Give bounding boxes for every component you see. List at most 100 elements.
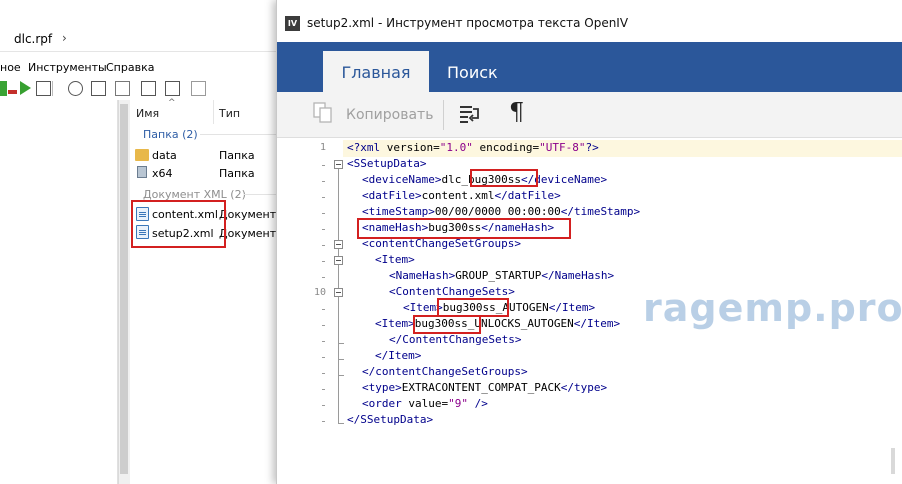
fold-toggle-icon[interactable]	[334, 240, 343, 249]
tab-home[interactable]: Главная	[323, 51, 429, 92]
line-marker	[322, 165, 325, 166]
highlight-box-unlocks	[413, 315, 481, 334]
line-number: 10	[313, 287, 326, 298]
copy-icon[interactable]	[313, 102, 333, 124]
line-marker	[322, 229, 325, 230]
menu-bar: ное Инструменты Справка	[0, 58, 280, 78]
text-value: GROUP_STARTUP	[455, 269, 542, 282]
line-marker	[322, 181, 325, 182]
back-icon[interactable]	[0, 81, 7, 96]
code-line: <NameHash>GROUP_STARTUP</NameHash>	[389, 269, 614, 282]
line-marker	[322, 325, 325, 326]
code-line: <order value="9" />	[362, 397, 488, 410]
editor-scrollbar[interactable]	[891, 448, 895, 474]
attribute-value: "9"	[448, 397, 468, 410]
text-value: EXTRACONTENT_COMPAT_PACK	[401, 381, 561, 394]
word-wrap-icon[interactable]	[459, 104, 481, 126]
line-marker	[322, 213, 325, 214]
code-line: <SSetupData>	[347, 157, 427, 170]
xml-tag: <type>	[362, 381, 402, 394]
file-explorer-window: dlc.rpf › ное Инструменты Справка Имя ^ …	[0, 0, 287, 484]
menu-item-file[interactable]: ное	[0, 61, 21, 74]
line-marker	[322, 197, 325, 198]
edit-icon[interactable]	[191, 81, 206, 96]
code-line: </contentChangeSetGroups>	[362, 365, 528, 378]
text-value: _UNLOCKS_AUTOGEN	[467, 317, 574, 330]
ribbon-divider	[443, 100, 444, 130]
attribute-value: "1.0"	[439, 141, 473, 154]
list-item-name: x64	[152, 167, 173, 180]
column-header-type[interactable]: Тип	[219, 107, 240, 120]
xml-tag: </NameHash>	[541, 269, 615, 282]
file-icon[interactable]	[91, 81, 106, 96]
column-header-name[interactable]: Имя	[136, 107, 159, 120]
document-icon[interactable]	[36, 81, 51, 96]
text-value: dlc_	[441, 173, 468, 186]
fold-toggle-icon[interactable]	[334, 160, 343, 169]
xml-tag: </timeStamp>	[560, 205, 641, 218]
fold-end-marker	[338, 375, 344, 376]
line-marker	[322, 245, 325, 246]
window-title: setup2.xml - Инструмент просмотра текста…	[307, 16, 629, 30]
address-bar[interactable]: dlc.rpf ›	[0, 26, 280, 52]
menu-item-tools[interactable]: Инструменты	[28, 61, 107, 74]
code-line: <timeStamp>00/00/0000 00:00:00</timeStam…	[362, 205, 640, 218]
search-icon[interactable]	[68, 81, 83, 96]
tab-search[interactable]: Поиск	[447, 51, 498, 94]
line-number-gutter: 1 10	[277, 138, 344, 484]
line-marker	[322, 261, 325, 262]
ribbon-toolbar: Копировать ¶	[277, 92, 902, 138]
line-marker	[322, 389, 325, 390]
xml-tag: <timeStamp>	[362, 205, 435, 218]
fold-end-marker	[338, 343, 344, 344]
copy-button[interactable]: Копировать	[346, 107, 433, 123]
code-line: </Item>	[375, 349, 422, 362]
xml-tag: </Item>	[548, 301, 596, 314]
openiv-app-icon: IV	[285, 16, 300, 31]
line-marker	[322, 341, 325, 342]
stop-icon[interactable]	[8, 90, 17, 94]
fold-toggle-icon[interactable]	[334, 256, 343, 265]
column-divider[interactable]	[213, 100, 214, 124]
scrollbar-thumb[interactable]	[120, 104, 128, 474]
xml-tag: <Item>	[375, 317, 415, 330]
line-marker	[322, 309, 325, 310]
group-divider	[244, 194, 280, 195]
highlight-box-xml-files	[131, 200, 226, 248]
sort-ascending-icon: ^	[168, 98, 176, 108]
list-item-type: Папка	[219, 149, 255, 162]
file-list: Имя ^ Тип Папка (2) data Папка x64 Папка…	[130, 98, 287, 484]
xml-tag: </datFile>	[494, 189, 561, 202]
navigation-pane[interactable]	[0, 100, 118, 484]
chevron-right-icon[interactable]: ›	[62, 31, 67, 45]
xml-tag: <datFile>	[362, 189, 422, 202]
text-viewer-window: IV setup2.xml - Инструмент просмотра тек…	[276, 0, 902, 484]
code-line: <Item>bug300ss_UNLOCKS_AUTOGEN</Item>	[375, 317, 620, 330]
line-marker	[322, 277, 325, 278]
import-icon[interactable]	[165, 81, 180, 96]
code-line: </SSetupData>	[347, 413, 434, 426]
ribbon-tab-bar: Главная Поиск	[277, 42, 902, 92]
code-line: <Item>	[375, 253, 415, 266]
fold-toggle-icon[interactable]	[334, 288, 343, 297]
fold-end-marker	[338, 423, 344, 424]
code-line: <type>EXTRACONTENT_COMPAT_PACK</type>	[362, 381, 607, 394]
play-icon[interactable]	[20, 81, 31, 95]
export-icon[interactable]	[141, 81, 156, 96]
address-path[interactable]: dlc.rpf	[14, 32, 52, 46]
explorer-toolbar	[0, 78, 280, 100]
xml-tag: />	[467, 397, 488, 410]
menu-item-help[interactable]: Справка	[106, 61, 154, 74]
code-line: <?xml version="1.0" encoding="UTF-8"?>	[347, 141, 599, 154]
copy-icon[interactable]	[115, 81, 130, 96]
xml-tag: <NameHash>	[389, 269, 456, 282]
highlight-box-device-name	[470, 169, 538, 187]
paragraph-marks-button[interactable]: ¶	[509, 98, 524, 126]
list-item-name: data	[152, 149, 177, 162]
title-bar[interactable]: IV setup2.xml - Инструмент просмотра тек…	[277, 0, 902, 42]
group-header-folders[interactable]: Папка (2)	[143, 128, 198, 141]
line-marker	[322, 357, 325, 358]
code-line: <ContentChangeSets>	[389, 285, 515, 298]
toolbar-divider	[52, 81, 53, 96]
attribute: value=	[401, 397, 449, 410]
